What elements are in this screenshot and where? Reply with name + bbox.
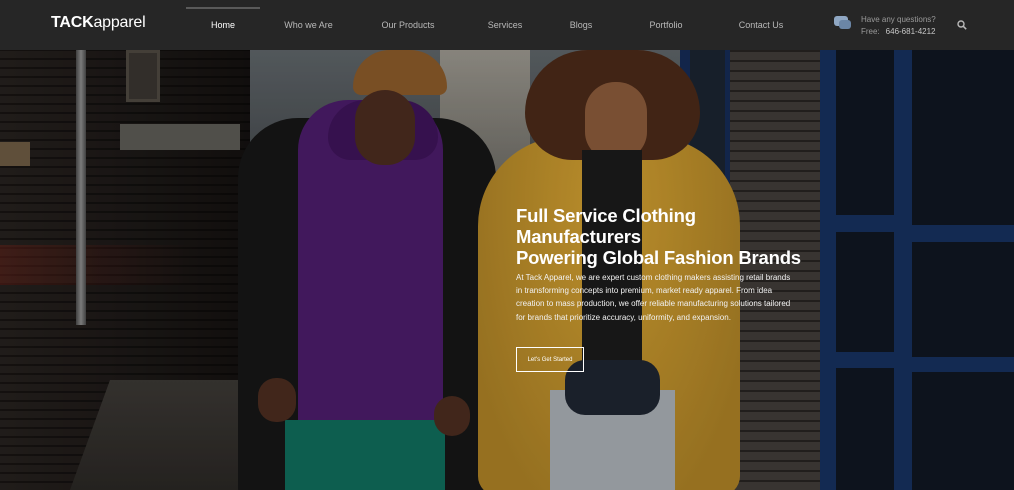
nav-item-our-products[interactable]: Our Products xyxy=(357,0,459,50)
headline-line-3: Powering Global Fashion Brands xyxy=(516,247,801,268)
nav-item-contact-us[interactable]: Contact Us xyxy=(721,0,801,50)
logo-bold-text: TACK xyxy=(51,14,94,31)
brand-logo[interactable]: TACKapparel xyxy=(51,14,146,32)
hero-headline: Full Service Clothing Manufacturers Powe… xyxy=(516,205,826,268)
contact-question: Have any questions? xyxy=(861,15,936,24)
headline-line-1: Full Service Clothing xyxy=(516,205,696,226)
nav-item-home[interactable]: Home xyxy=(186,0,260,50)
main-menu: Home Who we Are Our Products Services Bl… xyxy=(186,0,801,50)
logo-thin-text: apparel xyxy=(93,14,146,31)
headline-line-2: Manufacturers xyxy=(516,226,641,247)
search-icon[interactable] xyxy=(957,20,967,30)
hero-banner: Full Service Clothing Manufacturers Powe… xyxy=(0,50,1014,490)
contact-phone[interactable]: Free: 646-681-4212 xyxy=(861,26,936,38)
get-started-button[interactable]: Let's Get Started xyxy=(516,347,584,372)
contact-info: Have any questions? Free: 646-681-4212 xyxy=(834,14,936,38)
nav-item-blogs[interactable]: Blogs xyxy=(551,0,611,50)
phone-label: Free: xyxy=(861,27,880,36)
phone-number[interactable]: 646-681-4212 xyxy=(886,27,936,36)
chat-bubbles-icon xyxy=(834,16,852,30)
nav-item-portfolio[interactable]: Portfolio xyxy=(611,0,721,50)
nav-item-who-we-are[interactable]: Who we Are xyxy=(260,0,357,50)
nav-item-services[interactable]: Services xyxy=(459,0,551,50)
top-navigation: TACKapparel Home Who we Are Our Products… xyxy=(0,0,1014,50)
hero-description: At Tack Apparel, we are expert custom cl… xyxy=(516,273,791,322)
